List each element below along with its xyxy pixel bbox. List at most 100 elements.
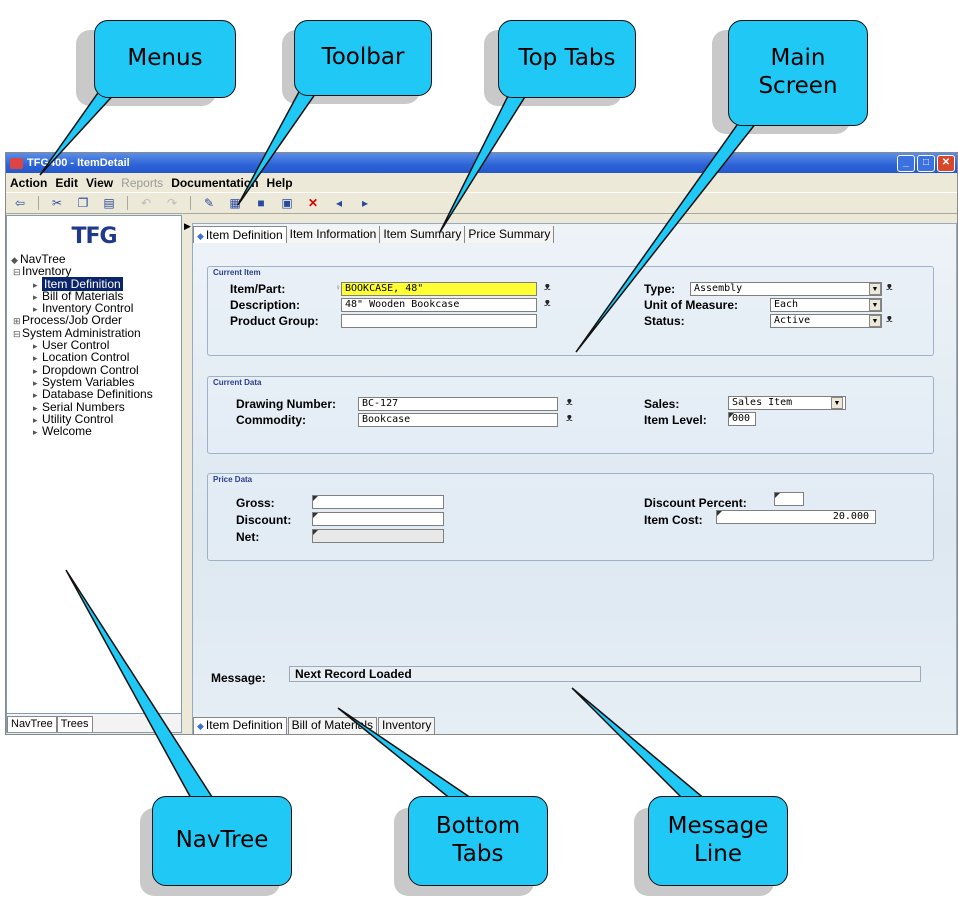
tab-icon: ◆ (197, 721, 204, 731)
tab-item-summary[interactable]: Item Summary (380, 226, 466, 243)
item-level-field[interactable]: 000 (728, 412, 756, 426)
callout-top-tabs: Top Tabs (498, 20, 636, 98)
next-icon[interactable]: ▸ (357, 196, 373, 210)
copy-icon[interactable]: ❐ (75, 196, 91, 210)
discount-percent-label: Discount Percent: (644, 496, 747, 510)
binoculars-icon[interactable]: ᴥ (544, 281, 551, 293)
callout-toolbar: Toolbar (294, 20, 432, 96)
tab-bill-of-materials[interactable]: Bill of Materials (287, 717, 377, 734)
net-field (312, 529, 444, 543)
title-bar: TFG400 - ItemDetail _ □ ✕ (6, 153, 957, 173)
minimize-button[interactable]: _ (897, 155, 915, 172)
current-item-group: Current Item Item/Part: ♀ BOOKCASE, 48" … (207, 266, 934, 356)
tab-label: Item Definition (205, 228, 283, 242)
current-data-group: Current Data Drawing Number: BC-127 ᴥ Co… (207, 376, 934, 454)
window-title: TFG400 - ItemDetail (27, 157, 130, 169)
binoculars-icon[interactable]: ᴥ (886, 281, 893, 293)
tab-label: Item Definition (205, 718, 283, 732)
arrow-icon: ▸ (33, 402, 38, 413)
arrow-icon: ▸ (33, 414, 38, 425)
drawing-number-label: Drawing Number: (236, 397, 337, 411)
callout-label: Bottom Tabs (435, 813, 521, 867)
item-part-field[interactable]: BOOKCASE, 48" (341, 282, 537, 296)
type-label: Type: (644, 282, 676, 296)
callout-label: Top Tabs (518, 45, 616, 72)
expand-icon: ⊞ (13, 316, 21, 327)
tree-item-welcome[interactable]: ▸ Welcome (7, 425, 181, 437)
undo-icon[interactable]: ↶ (138, 196, 154, 210)
tree-label: Welcome (42, 424, 92, 439)
price-data-group: Price Data Gross: Discount: Net: Discoun… (207, 473, 934, 561)
chevron-down-icon[interactable]: ▼ (869, 315, 881, 327)
paste-icon[interactable]: ▤ (101, 196, 117, 210)
print-icon[interactable]: ▣ (279, 196, 295, 210)
delete-icon[interactable]: ✕ (305, 196, 321, 210)
tab-item-information[interactable]: Item Information (286, 226, 381, 243)
callout-label: Menus (127, 45, 203, 72)
tab-item-definition[interactable]: ◆ Item Definition (193, 226, 287, 243)
binoculars-icon[interactable]: ᴥ (886, 313, 893, 325)
nav-tree: ◆ NavTree ⊟Inventory ▸ Item Definition ▸ Bi… (7, 253, 181, 437)
app-window: TFG400 - ItemDetail _ □ ✕ Action Edit Vi… (5, 152, 958, 735)
toolbar-separator (127, 196, 128, 210)
tree-item-inventory[interactable]: ⊟Inventory (7, 265, 181, 277)
binoculars-icon[interactable]: ᴥ (566, 412, 573, 424)
description-field[interactable]: 48" Wooden Bookcase (341, 298, 537, 312)
commodity-field[interactable]: Bookcase (358, 413, 558, 427)
menu-documentation[interactable]: Documentation (171, 176, 258, 190)
message-label: Message: (211, 671, 266, 685)
net-label: Net: (236, 530, 260, 544)
back-icon[interactable]: ⇦ (12, 196, 28, 210)
menu-help[interactable]: Help (267, 176, 293, 190)
binoculars-icon[interactable]: ᴥ (544, 297, 551, 309)
product-group-field[interactable] (341, 314, 537, 328)
save-icon[interactable]: ▦ (227, 196, 243, 210)
maximize-button[interactable]: □ (917, 155, 935, 172)
group-title: Price Data (213, 475, 253, 484)
item-part-label: Item/Part: (230, 282, 286, 296)
tab-item-definition-bottom[interactable]: ◆ Item Definition (193, 717, 287, 734)
tab-inventory[interactable]: Inventory (377, 717, 436, 734)
menu-edit[interactable]: Edit (55, 176, 78, 190)
tab-navtree[interactable]: NavTree (7, 716, 57, 732)
menu-view[interactable]: View (86, 176, 113, 190)
chevron-down-icon[interactable]: ▼ (869, 283, 881, 295)
uom-select[interactable]: Each (770, 298, 882, 312)
navtree-tabs: NavTree Trees (7, 713, 181, 732)
close-button[interactable]: ✕ (937, 155, 955, 172)
redo-icon[interactable]: ↷ (164, 196, 180, 210)
binoculars-icon[interactable]: ᴥ (566, 396, 573, 408)
description-label: Description: (230, 298, 301, 312)
chevron-down-icon[interactable]: ▼ (869, 299, 881, 311)
prev-icon[interactable]: ◂ (331, 196, 347, 210)
edit-icon[interactable]: ✎ (201, 196, 217, 210)
toolbar-separator (190, 196, 191, 210)
tree-item-utility-control[interactable]: ▸ Utility Control (7, 413, 181, 425)
callout-label: Toolbar (321, 44, 405, 71)
arrow-icon: ▸ (33, 390, 38, 401)
commodity-label: Commodity: (236, 413, 306, 427)
arrow-icon: ▸ (33, 353, 38, 364)
top-tabs: ◆ Item Definition Item Information Item S… (193, 226, 555, 243)
discount-field[interactable] (312, 512, 444, 526)
collapse-icon: ⊟ (13, 267, 21, 278)
chevron-down-icon[interactable]: ▼ (831, 397, 843, 409)
splitter-arrow-icon[interactable]: ▶ (184, 221, 191, 232)
gross-field[interactable] (312, 495, 444, 509)
toolbar-separator (38, 196, 39, 210)
tab-trees[interactable]: Trees (56, 716, 93, 732)
menu-action[interactable]: Action (10, 176, 47, 190)
callout-label: Message Line (667, 813, 769, 867)
group-title: Current Item (213, 268, 261, 277)
menu-reports[interactable]: Reports (121, 176, 163, 190)
tab-price-summary[interactable]: Price Summary (465, 226, 555, 243)
toolbar: ⇦ ✂ ❐ ▤ ↶ ↷ ✎ ▦ ■ ▣ ✕ ◂ ▸ (6, 192, 957, 214)
new-icon[interactable]: ■ (253, 196, 269, 210)
drawing-number-field[interactable]: BC-127 (358, 397, 558, 411)
item-cost-field[interactable]: 20.000 (716, 510, 876, 524)
type-select[interactable]: Assembly (690, 282, 882, 296)
sales-select[interactable]: Sales Item (728, 396, 846, 410)
discount-percent-field[interactable] (774, 492, 804, 506)
status-select[interactable]: Active (770, 314, 882, 328)
cut-icon[interactable]: ✂ (49, 196, 65, 210)
